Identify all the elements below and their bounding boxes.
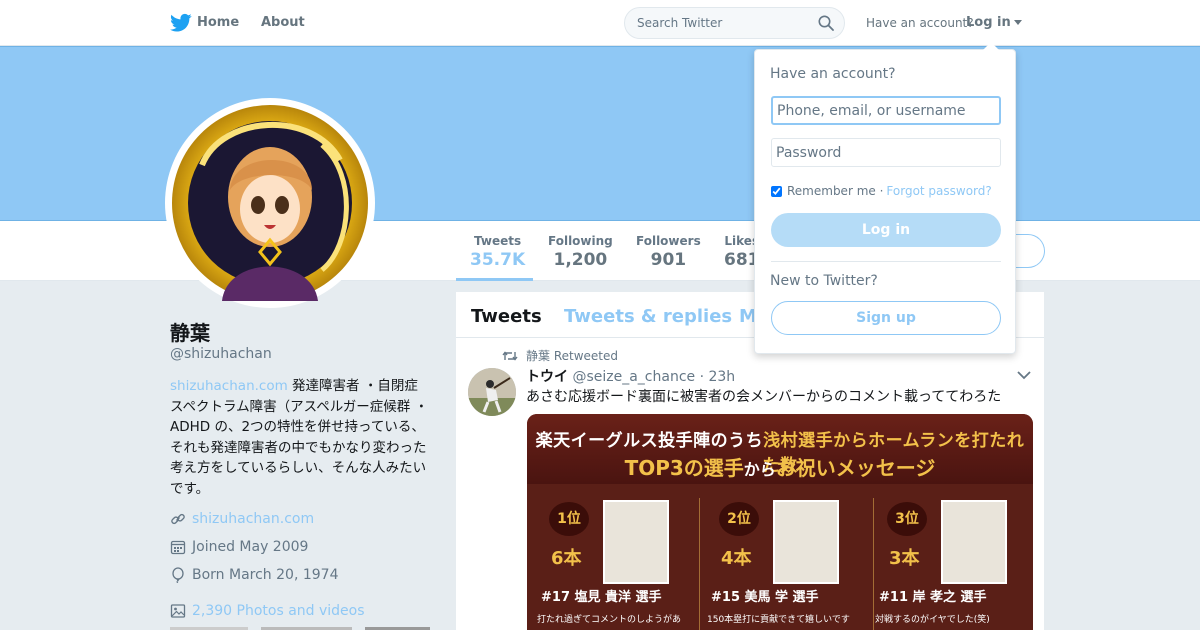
link-icon bbox=[171, 513, 185, 525]
balloon-icon bbox=[172, 567, 184, 583]
rank-homeruns: 4本 bbox=[721, 548, 752, 569]
username-field[interactable] bbox=[771, 96, 1001, 125]
tab-tweets-replies[interactable]: Tweets & replies bbox=[564, 306, 732, 327]
forgot-password-link[interactable]: Forgot password? bbox=[886, 184, 991, 198]
tweet-author-avatar[interactable] bbox=[468, 368, 516, 416]
stat-following[interactable]: Following 1,200 bbox=[548, 234, 613, 270]
search-box bbox=[624, 7, 845, 39]
stat-followers-value: 901 bbox=[650, 250, 687, 270]
tweet-image[interactable]: 楽天イーグルス投手陣のうち浅村選手からホームランを打たれた数 TOP3の選手から… bbox=[527, 414, 1033, 630]
profile-handle[interactable]: @shizuhachan bbox=[170, 346, 272, 362]
dropdown-divider bbox=[771, 261, 1001, 262]
new-to-twitter-text: New to Twitter? bbox=[770, 273, 878, 289]
rank-player: #11 岸 孝之 選手 bbox=[879, 590, 987, 605]
rank-card-2: 2位 4本 #15 美馬 学 選手 150本塁打に貢献できて嬉しいです bbox=[697, 484, 865, 630]
top-navigation-bar: Home About Have an account? Log in bbox=[0, 0, 1200, 46]
tweet-author-handle[interactable]: @seize_a_chance bbox=[572, 369, 695, 385]
profile-photos-row: 2,390 Photos and videos bbox=[170, 603, 365, 619]
profile-born-row: Born March 20, 1974 bbox=[170, 567, 338, 583]
profile-website-link[interactable]: shizuhachan.com bbox=[192, 511, 314, 527]
image-headline-2: TOP3の選手からお祝いメッセージ bbox=[527, 452, 1033, 481]
rank-homeruns: 6本 bbox=[551, 548, 582, 569]
calendar-icon bbox=[170, 540, 186, 555]
rank-homeruns: 3本 bbox=[889, 548, 920, 569]
retweeted-by-label[interactable]: 静葉 Retweeted bbox=[526, 347, 618, 364]
retweet-context: 静葉 Retweeted bbox=[502, 347, 618, 364]
nav-home-link[interactable]: Home bbox=[170, 15, 239, 30]
avatar-image bbox=[172, 105, 368, 301]
tweet-author-name[interactable]: トウイ bbox=[526, 369, 568, 385]
rank-message: 打たれ過ぎてコメントのしようがあ bbox=[537, 615, 682, 625]
profile-avatar[interactable] bbox=[165, 98, 375, 308]
profile-name[interactable]: 静葉 bbox=[170, 317, 210, 346]
chevron-down-icon[interactable] bbox=[1017, 370, 1031, 380]
image-headline-2c: お祝いメッセージ bbox=[775, 456, 936, 480]
profile-joined: Joined May 2009 bbox=[192, 539, 309, 555]
stat-following-value: 1,200 bbox=[553, 250, 608, 270]
rank-badge: 3位 bbox=[887, 502, 927, 536]
signup-button[interactable]: Sign up bbox=[771, 301, 1001, 335]
login-dropdown: Have an account? Remember me · Forgot pa… bbox=[754, 42, 1016, 354]
rank-message: 150本塁打に貢献できて嬉しいです bbox=[707, 615, 850, 625]
remember-me-row: Remember me · Forgot password? bbox=[771, 184, 992, 198]
rank-badge: 2位 bbox=[719, 502, 759, 536]
stat-tweets[interactable]: Tweets 35.7K bbox=[470, 234, 525, 270]
tweet-time[interactable]: · 23h bbox=[700, 369, 736, 385]
login-menu-toggle[interactable]: Log in bbox=[966, 15, 1022, 30]
tweet-text: あさむ応援ボード裏面に被害者の会メンバーからのコメント載っててわろた bbox=[526, 389, 1002, 405]
login-menu-label: Log in bbox=[966, 15, 1011, 30]
tweet-header: トウイ @seize_a_chance · 23h bbox=[526, 366, 735, 386]
remember-me-checkbox[interactable] bbox=[771, 185, 782, 197]
profile-website-row: shizuhachan.com bbox=[170, 511, 314, 527]
search-icon[interactable] bbox=[818, 15, 834, 31]
profile-bio: shizuhachan.com 発達障害者 ・自閉症スペクトラム障害（アスペルガ… bbox=[170, 376, 430, 499]
player-photo bbox=[603, 500, 669, 584]
retweet-icon bbox=[502, 350, 518, 361]
profile-photos-link[interactable]: 2,390 Photos and videos bbox=[192, 603, 365, 619]
image-headline-2b: から bbox=[743, 460, 776, 479]
player-photo bbox=[941, 500, 1007, 584]
rank-card-1: 1位 6本 #17 塩見 貴洋 選手 打たれ過ぎてコメントのしようがあ bbox=[527, 484, 695, 630]
nav-about-link[interactable]: About bbox=[261, 15, 305, 30]
stat-following-label: Following bbox=[548, 234, 613, 248]
rank-player: #15 美馬 学 選手 bbox=[711, 590, 819, 605]
image-headline-1a: 楽天イーグルス投手陣のうち bbox=[535, 431, 764, 451]
batter-image bbox=[468, 368, 516, 416]
profile-joined-row: Joined May 2009 bbox=[170, 539, 308, 555]
profile-born: Born March 20, 1974 bbox=[192, 567, 339, 583]
rank-message: 対戦するのがイヤでした(笑) bbox=[875, 615, 990, 625]
stat-tweets-value: 35.7K bbox=[470, 250, 526, 270]
image-icon bbox=[170, 604, 186, 618]
nav-home-label: Home bbox=[197, 15, 240, 30]
have-account-text: Have an account? bbox=[866, 16, 974, 30]
login-button[interactable]: Log in bbox=[771, 213, 1001, 247]
stat-tweets-label: Tweets bbox=[474, 234, 522, 248]
stat-followers[interactable]: Followers 901 bbox=[636, 234, 701, 270]
tab-tweets[interactable]: Tweets bbox=[471, 306, 542, 327]
rank-card-3: 3位 3本 #11 岸 孝之 選手 対戦するのがイヤでした(笑) bbox=[865, 484, 1033, 630]
bio-link[interactable]: shizuhachan.com bbox=[170, 378, 288, 394]
rank-player: #17 塩見 貴洋 選手 bbox=[541, 590, 662, 605]
image-headline-2a: TOP3の選手 bbox=[624, 456, 744, 480]
remember-me-label[interactable]: Remember me · bbox=[787, 184, 883, 198]
bio-text: 発達障害者 ・自閉症スペクトラム障害（アスペルガー症候群 ・ADHD の、2つの… bbox=[170, 378, 429, 497]
dropdown-arrow bbox=[983, 42, 999, 50]
player-photo bbox=[773, 500, 839, 584]
login-dropdown-title: Have an account? bbox=[770, 66, 896, 82]
caret-down-icon bbox=[1013, 20, 1022, 25]
password-field[interactable] bbox=[771, 138, 1001, 167]
search-input[interactable] bbox=[625, 8, 805, 38]
active-stat-underline bbox=[456, 278, 533, 281]
stat-followers-label: Followers bbox=[636, 234, 701, 248]
rank-badge: 1位 bbox=[549, 502, 589, 536]
